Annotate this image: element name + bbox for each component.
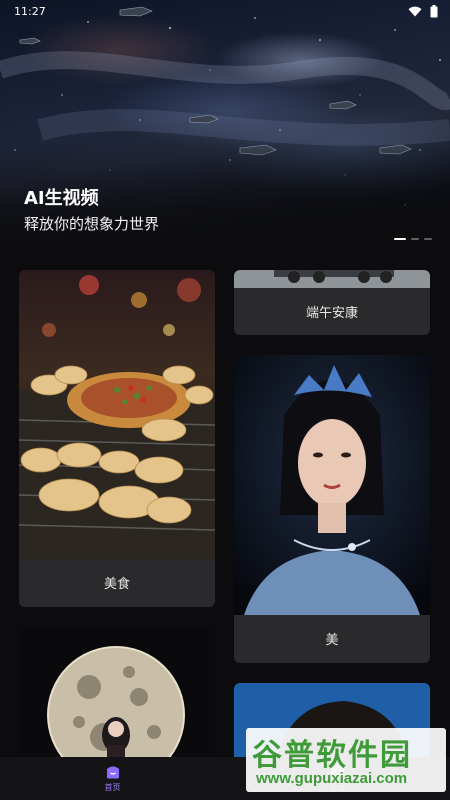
status-time: 11:27 xyxy=(14,4,46,18)
card-image-food xyxy=(19,270,215,559)
battery-icon xyxy=(430,4,438,17)
watermark-text: 谷普软件园 xyxy=(252,738,412,773)
card-label-beauty: 美 xyxy=(325,633,339,648)
home-icon xyxy=(106,766,119,779)
nav-item-home[interactable]: 首页 xyxy=(0,757,225,800)
nav-label-home: 首页 xyxy=(104,783,121,792)
card-label-festival: 端午安康 xyxy=(305,306,358,321)
video-card-food[interactable]: 美食 xyxy=(19,270,215,607)
hero-title: AI生视频 xyxy=(24,188,99,209)
status-bar: 11:27 xyxy=(0,0,450,22)
hero-subtitle: 释放你的想象力世界 xyxy=(24,215,160,233)
video-card-beauty[interactable]: 美 xyxy=(234,355,430,663)
watermark-url: www.gupuxiazai.com xyxy=(256,770,408,787)
video-card-moon[interactable] xyxy=(19,627,215,767)
card-label-food: 美食 xyxy=(103,577,130,592)
carousel-dot-active xyxy=(394,238,406,240)
video-card-festival[interactable]: 端午安康 xyxy=(234,270,430,335)
carousel-dot xyxy=(424,238,432,240)
hero-banner[interactable]: AI生视频 释放你的想象力世界 xyxy=(0,0,450,262)
carousel-indicator xyxy=(394,238,432,240)
status-icons xyxy=(408,4,438,18)
card-image-car xyxy=(234,270,430,288)
carousel-dot xyxy=(411,238,419,240)
card-image-moon xyxy=(19,627,215,767)
watermark-logo: 谷普软件园 www.gupuxiazai.com xyxy=(246,728,446,792)
wifi-icon xyxy=(408,6,422,16)
card-image-beauty xyxy=(234,355,430,615)
